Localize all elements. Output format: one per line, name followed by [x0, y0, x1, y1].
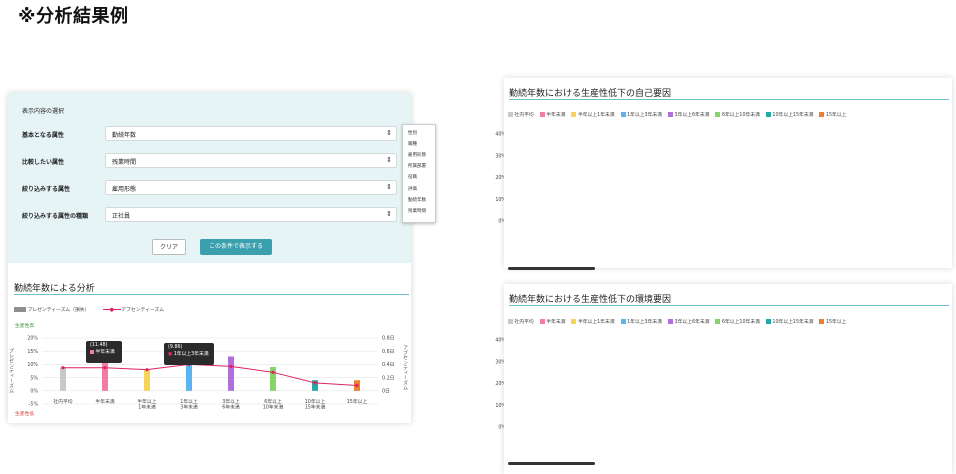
- legend-label: 1年以上3年未満: [625, 113, 663, 118]
- legend-label: 6年以上10年未満: [720, 113, 760, 118]
- y2-tick-label: 0.4日: [382, 362, 394, 368]
- legend-label: 6年以上10年未満: [720, 320, 760, 325]
- env-factor-chart-card: [504, 284, 952, 474]
- bar: [102, 360, 108, 391]
- horizontal-scrollbar[interactable]: [508, 462, 595, 465]
- x-tick-label: 10年未満: [263, 403, 284, 410]
- legend-swatch: [620, 112, 626, 117]
- bar: [270, 367, 276, 391]
- tooltip-1-3-years: (9.86) ● 1年以上3年未満: [164, 343, 214, 365]
- legend-label: 社内平均: [513, 320, 534, 325]
- line-point: [103, 366, 107, 370]
- x-tick-label: 社内平均: [53, 398, 72, 405]
- legend-label: 半年未満: [544, 320, 566, 325]
- x-tick-label: 10年以上: [305, 398, 326, 405]
- legend-swatch: [539, 319, 545, 324]
- horizontal-scrollbar[interactable]: [508, 267, 595, 270]
- legend-label: 半年未満: [544, 113, 566, 118]
- x-tick-label: 15年以上: [347, 398, 368, 405]
- x-tick-label: 3年未満: [180, 403, 198, 410]
- tooltip-label: 1年以上3年未満: [173, 352, 209, 357]
- line-point: [313, 381, 317, 385]
- legend-label: 3年以上6年未満: [673, 113, 710, 118]
- tooltip-half-year: (11.48) 半年未満: [86, 341, 122, 363]
- self-factor-title: 勤続年数における生産性低下の自己要因: [509, 89, 672, 99]
- bar: [186, 364, 192, 391]
- legend-swatch: [620, 319, 626, 324]
- y2-tick-label: 0.6日: [382, 349, 394, 355]
- legend-label: 3年以上6年未満: [673, 320, 710, 325]
- legend-label: 15年以上: [824, 113, 847, 118]
- legend-label: 半年以上1年未満: [576, 320, 615, 325]
- line-point: [145, 368, 149, 372]
- legend-label: 15年以上: [824, 320, 847, 325]
- tooltip-dot-icon: ●: [168, 352, 173, 357]
- y-tick-label: -5%: [29, 402, 39, 408]
- tooltip-swatch: [90, 349, 94, 354]
- y2-tick-label: 0.8日: [382, 336, 394, 342]
- env-factor-title: 勤続年数における生産性低下の環境要因: [509, 295, 672, 305]
- y-tick-label: 15%: [27, 349, 38, 355]
- y-tick-label: 0%: [30, 389, 38, 395]
- x-tick-label: 半年以上: [137, 398, 156, 405]
- x-tick-label: 15年未満: [305, 403, 326, 410]
- x-tick-label: 1年以上: [180, 398, 198, 405]
- bar: [144, 369, 150, 391]
- bar: [60, 367, 66, 391]
- self-factor-legend: 社内平均 半年未満 半年以上1年未満 1年以上3年未満 3年以上6年未満 6年以…: [508, 111, 852, 118]
- legend-label: 10年以上15年未満: [770, 320, 814, 325]
- x-tick-label: 6年未満: [222, 403, 240, 410]
- line-point: [229, 364, 233, 368]
- line-point: [61, 366, 65, 370]
- env-factor-legend: 社内平均 半年未満 半年以上1年未満 1年以上3年未満 3年以上6年未満 6年以…: [508, 318, 852, 325]
- legend-label: 社内平均: [513, 113, 534, 118]
- y2-tick-label: 0.2日: [382, 375, 394, 381]
- y2-tick-label: 0日: [382, 389, 390, 395]
- y-tick-label: 5%: [30, 375, 38, 381]
- line-point: [271, 370, 275, 374]
- x-tick-label: 半年未満: [95, 398, 114, 405]
- legend-label: 半年以上1年未満: [576, 113, 615, 118]
- title-underline: [509, 99, 949, 100]
- bar: [228, 356, 234, 391]
- legend-label: 1年以上3年未満: [625, 320, 663, 325]
- x-tick-label: 6年以上: [264, 398, 282, 405]
- x-tick-label: 1年未満: [138, 403, 156, 410]
- x-tick-label: 3年以上: [222, 398, 240, 405]
- y-tick-label: 20%: [27, 336, 38, 342]
- tooltip-label: 半年未満: [95, 350, 115, 355]
- legend-swatch: [539, 112, 545, 117]
- legend-label: 10年以上15年未満: [770, 113, 814, 118]
- self-factor-chart-card: [504, 78, 952, 268]
- line-point: [355, 383, 359, 388]
- y-tick-label: 10%: [27, 362, 38, 368]
- title-underline: [509, 305, 949, 306]
